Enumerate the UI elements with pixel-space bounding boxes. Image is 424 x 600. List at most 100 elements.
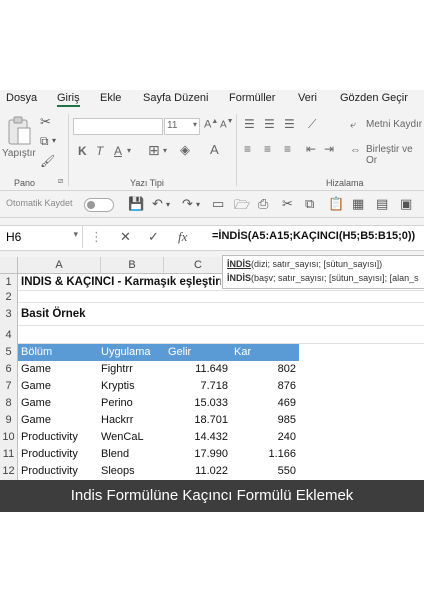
- print-icon[interactable]: ⎙: [258, 196, 268, 212]
- cell-kar[interactable]: 550: [233, 465, 296, 477]
- row-header[interactable]: 6: [0, 361, 18, 378]
- cell-uygulama[interactable]: Blend: [101, 448, 129, 460]
- format-painter-icon[interactable]: 🖌: [40, 154, 55, 168]
- font-size-input[interactable]: 11 ▾: [164, 118, 200, 135]
- cell-uygulama[interactable]: Fightrr: [101, 363, 133, 375]
- chevron-down-icon[interactable]: ▾: [163, 146, 167, 155]
- wrap-text-button[interactable]: Metni Kaydır: [366, 119, 422, 130]
- table-header-cell[interactable]: Bölüm: [21, 346, 52, 358]
- merge-icon[interactable]: ⇔: [350, 144, 361, 156]
- row-header[interactable]: 4: [0, 326, 18, 344]
- chevron-down-icon[interactable]: ▾: [196, 200, 200, 209]
- font-color-icon[interactable]: A: [210, 142, 219, 157]
- row-header[interactable]: 11: [0, 446, 18, 463]
- cell-uygulama[interactable]: Hackrr: [101, 414, 133, 426]
- row-header[interactable]: 12: [0, 463, 18, 480]
- enter-formula-button[interactable]: ✓: [148, 229, 159, 245]
- table-header-cell[interactable]: Gelir: [168, 346, 191, 358]
- cell-bolum[interactable]: Productivity: [21, 431, 78, 443]
- row-header[interactable]: 7: [0, 378, 18, 395]
- increase-indent-icon[interactable]: ⇥: [324, 142, 334, 156]
- section-title[interactable]: Basit Örnek: [21, 308, 86, 320]
- cell-bolum[interactable]: Game: [21, 414, 51, 426]
- tab-dosya[interactable]: Dosya: [6, 92, 37, 104]
- cell-gelir[interactable]: 15.033: [164, 397, 228, 409]
- redo-icon[interactable]: ↷: [182, 196, 193, 212]
- cell-kar[interactable]: 985: [233, 414, 296, 426]
- column-header[interactable]: A: [18, 257, 101, 274]
- tab-giris[interactable]: Giriş: [57, 92, 80, 107]
- grow-font-icon[interactable]: A▲: [204, 118, 218, 131]
- align-center-icon[interactable]: ≡: [264, 142, 271, 156]
- bold-button[interactable]: K: [78, 144, 87, 158]
- merge-center-button[interactable]: Birleştir ve Or: [366, 144, 424, 166]
- dialog-launcher-icon[interactable]: ⧄: [58, 176, 63, 186]
- tooltip-function-name[interactable]: İNDİS: [227, 259, 251, 269]
- tooltip-function-name[interactable]: İNDİS: [227, 273, 251, 283]
- new-file-icon[interactable]: ▭: [212, 196, 224, 212]
- cell-gelir[interactable]: 17.990: [164, 448, 228, 460]
- italic-button[interactable]: T: [96, 144, 103, 158]
- autosave-toggle[interactable]: [84, 198, 114, 212]
- copy-icon[interactable]: ⧉: [40, 134, 49, 149]
- cell-kar[interactable]: 240: [233, 431, 296, 443]
- align-middle-icon[interactable]: ☰: [264, 117, 275, 131]
- cancel-formula-button[interactable]: ✕: [120, 229, 131, 245]
- cut-icon[interactable]: ✂: [40, 114, 51, 130]
- align-left-icon[interactable]: ≡: [244, 142, 251, 156]
- borders-icon[interactable]: ⊞: [148, 142, 160, 159]
- fill-color-icon[interactable]: ◈: [180, 142, 190, 158]
- cell-uygulama[interactable]: Kryptis: [101, 380, 135, 392]
- chevron-down-icon[interactable]: ▾: [166, 200, 170, 209]
- table-header-cell[interactable]: Kar: [234, 346, 251, 358]
- cell-uygulama[interactable]: WenCaL: [101, 431, 144, 443]
- insert-function-button[interactable]: fx: [178, 229, 187, 245]
- cell-gelir[interactable]: 18.701: [164, 414, 228, 426]
- column-header[interactable]: B: [101, 257, 164, 274]
- cell-kar[interactable]: 1.166: [233, 448, 296, 460]
- open-folder-icon[interactable]: 🗁: [234, 196, 250, 218]
- chevron-down-icon[interactable]: ▾: [52, 136, 56, 145]
- align-bottom-icon[interactable]: ☰: [284, 117, 295, 131]
- cut-icon[interactable]: ✂: [282, 196, 293, 212]
- save-icon[interactable]: 💾: [128, 196, 144, 212]
- tab-gozden-gecir[interactable]: Gözden Geçir: [340, 92, 408, 104]
- paste-icon[interactable]: 📋: [328, 196, 344, 212]
- cell-uygulama[interactable]: Sleops: [101, 465, 135, 477]
- shrink-font-icon[interactable]: A▼: [220, 118, 234, 130]
- cell-bolum[interactable]: Game: [21, 380, 51, 392]
- picture-icon[interactable]: ▣: [400, 196, 412, 212]
- cell-gelir[interactable]: 7.718: [164, 380, 228, 392]
- underline-button[interactable]: A: [114, 144, 122, 158]
- sheet-title[interactable]: INDIS & KAÇINCI - Karmaşık eşleştirmeler…: [21, 276, 221, 288]
- align-top-icon[interactable]: ☰: [244, 117, 255, 131]
- formula-input[interactable]: =İNDİS(A5:A15;KAÇINCI(H5;B5:B15;0)): [212, 230, 415, 242]
- wrap-text-icon[interactable]: ⤶: [350, 119, 356, 132]
- undo-icon[interactable]: ↶: [152, 196, 163, 212]
- row-header[interactable]: 10: [0, 429, 18, 446]
- row-header[interactable]: 8: [0, 395, 18, 412]
- cell-bolum[interactable]: Game: [21, 363, 51, 375]
- font-name-input[interactable]: [73, 118, 163, 135]
- cell-kar[interactable]: 802: [233, 363, 296, 375]
- row-header[interactable]: 2: [0, 291, 18, 303]
- table-icon[interactable]: ▤: [376, 196, 388, 212]
- table-header-cell[interactable]: Uygulama: [101, 346, 151, 358]
- paste-button[interactable]: Yapıştır: [2, 114, 36, 166]
- name-box[interactable]: H6 ▾: [0, 226, 83, 248]
- decrease-indent-icon[interactable]: ⇤: [306, 142, 316, 156]
- select-all-corner[interactable]: [0, 257, 18, 274]
- tab-formuller[interactable]: Formüller: [229, 92, 275, 104]
- orientation-icon[interactable]: ⟋: [308, 117, 316, 132]
- cell-bolum[interactable]: Productivity: [21, 465, 78, 477]
- copy-icon[interactable]: ⧉: [305, 196, 314, 212]
- tab-veri[interactable]: Veri: [298, 92, 317, 104]
- chart-icon[interactable]: ▦: [352, 196, 364, 212]
- cell-kar[interactable]: 876: [233, 380, 296, 392]
- row-header[interactable]: 1: [0, 274, 18, 291]
- row-header[interactable]: 9: [0, 412, 18, 429]
- cell-gelir[interactable]: 11.022: [164, 465, 228, 477]
- row-header[interactable]: 5: [0, 344, 18, 361]
- cell-gelir[interactable]: 11.649: [164, 363, 228, 375]
- cell-kar[interactable]: 469: [233, 397, 296, 409]
